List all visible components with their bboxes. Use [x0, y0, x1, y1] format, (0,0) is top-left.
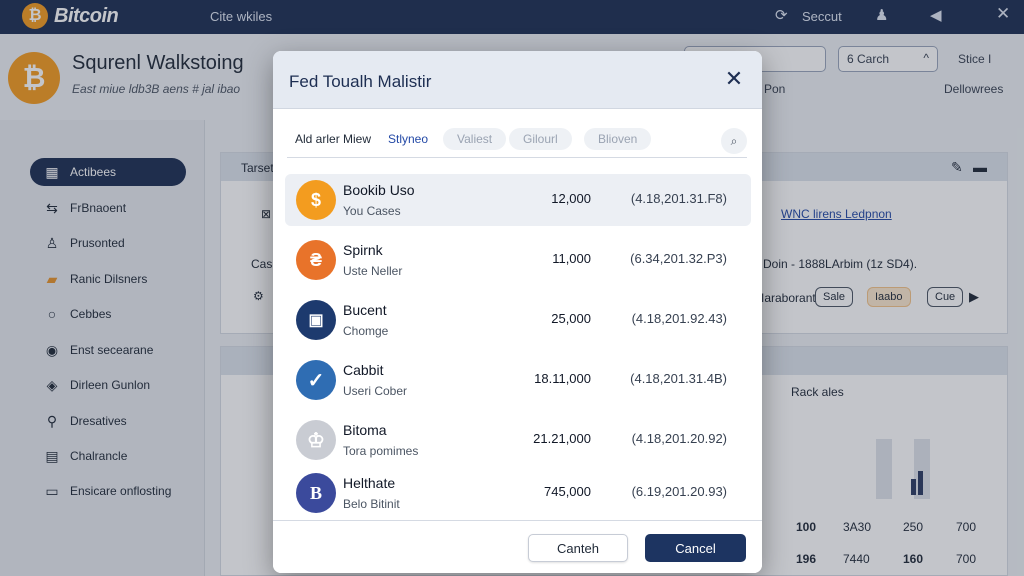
item-subtitle: You Cases	[343, 204, 401, 218]
tab-stlyneo[interactable]: Stlyneo	[388, 132, 428, 146]
item-subtitle: Belo Bitinit	[343, 497, 400, 511]
tab-label[interactable]: Ald arler Miew	[295, 132, 371, 146]
list-item[interactable]: ♔ Bitoma Tora pomimes 21.21,000 (4.18,20…	[285, 414, 751, 466]
item-name: Cabbit	[343, 362, 384, 378]
account-list: $ Bookib Uso You Cases 12,000 (4.18,201.…	[285, 174, 751, 519]
tab-gilourl[interactable]: Gilourl	[509, 128, 572, 150]
item-name: Bucent	[343, 302, 387, 318]
list-item[interactable]: ▣ Bucent Chomge 25,000 (4.18,201.92.43)	[285, 294, 751, 346]
item-date: (4.18,201.31.F8)	[630, 191, 727, 206]
coin-icon: $	[296, 180, 336, 220]
canteh-button[interactable]: Canteh	[528, 534, 628, 562]
crown-icon: ♔	[296, 420, 336, 460]
item-amount: 21.21,000	[533, 431, 591, 446]
item-subtitle: Useri Cober	[343, 384, 408, 398]
item-date: (6.34,201.32.P3)	[630, 251, 727, 266]
monitor-icon: ▣	[296, 300, 336, 340]
modal-title: Fed Toualh Malistir	[289, 72, 432, 91]
search-icon[interactable]: ⌕	[721, 128, 747, 154]
item-subtitle: Uste Neller	[343, 264, 403, 278]
tab-valiest[interactable]: Valiest	[443, 128, 507, 150]
item-name: Bookib Uso	[343, 182, 415, 198]
item-name: Bitoma	[343, 422, 387, 438]
item-amount: 11,000	[552, 251, 591, 266]
modal-footer: Canteh Cancel	[273, 520, 762, 573]
tab-blioven[interactable]: Blioven	[584, 128, 652, 150]
modal-tabs: Ald arler Miew Stlyneo Valiest Gilourl B…	[287, 128, 747, 158]
item-subtitle: Chomge	[343, 324, 389, 338]
list-item[interactable]: ₴ Spirnk Uste Neller 11,000 (6.34,201.32…	[285, 234, 751, 286]
item-name: Helthate	[343, 475, 396, 491]
cancel-button[interactable]: Cancel	[645, 534, 746, 562]
item-name: Spirnk	[343, 242, 383, 258]
list-item[interactable]: B Helthate Belo Bitinit 745,000 (6.19,20…	[285, 467, 751, 519]
item-date: (4.18,201.31.4B)	[630, 371, 727, 386]
checkmark-icon: ✓	[296, 360, 336, 400]
item-date: (4.18,201.92.43)	[631, 311, 727, 326]
list-item[interactable]: ✓ Cabbit Useri Cober 18.11,000 (4.18,201…	[285, 354, 751, 406]
item-amount: 18.11,000	[534, 371, 591, 386]
coin-icon: ₴	[296, 240, 336, 280]
list-item[interactable]: $ Bookib Uso You Cases 12,000 (4.18,201.…	[285, 174, 751, 226]
modal-dialog: Fed Toualh Malistir ✕ Ald arler Miew Stl…	[273, 51, 762, 573]
item-amount: 745,000	[544, 484, 591, 499]
item-date: (6.19,201.20.93)	[631, 484, 727, 499]
item-date: (4.18,201.20.92)	[631, 431, 727, 446]
modal-header: Fed Toualh Malistir ✕	[273, 51, 762, 109]
letter-b-icon: B	[296, 473, 336, 513]
item-amount: 25,000	[551, 311, 591, 326]
item-subtitle: Tora pomimes	[343, 444, 419, 458]
close-icon[interactable]: ✕	[722, 67, 746, 91]
item-amount: 12,000	[551, 191, 591, 206]
